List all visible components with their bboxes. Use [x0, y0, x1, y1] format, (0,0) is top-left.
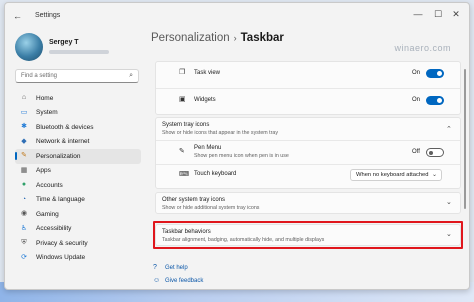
breadcrumb-separator: ›: [233, 33, 237, 43]
back-arrow-icon[interactable]: ←: [13, 11, 22, 21]
user-profile[interactable]: Sergey T: [15, 33, 140, 67]
sidebar-item-label: Time & language: [36, 196, 85, 204]
update-icon: ⟳: [21, 253, 27, 261]
widgets-label: Widgets: [194, 97, 216, 103]
accounts-icon: ●: [21, 181, 27, 189]
system-tray-subtitle: Show or hide icons that appear in the sy…: [162, 130, 279, 136]
help-icon: ?: [153, 264, 157, 271]
sidebar-item-privacy-security[interactable]: ⛨ Privacy & security: [15, 236, 141, 251]
sidebar: Sergey T Find a setting ⌕ ⌂ Home ▭ System ✱ B…: [5, 29, 145, 289]
home-icon: ⌂: [21, 94, 27, 102]
task-view-icon: ❐: [179, 69, 186, 76]
chevron-down-icon: ⌄: [431, 172, 437, 178]
sidebar-item-bluetooth-devices[interactable]: ✱ Bluetooth & devices: [15, 120, 141, 135]
sidebar-item-label: Accounts: [36, 181, 63, 189]
search-input[interactable]: Find a setting ⌕: [15, 69, 139, 83]
chevron-up-icon[interactable]: ⌃: [446, 125, 452, 133]
other-tray-subtitle: Show or hide additional system tray icon…: [162, 205, 260, 211]
profile-email-redacted: [49, 50, 109, 54]
sidebar-item-label: Windows Update: [36, 254, 86, 262]
sidebar-item-label: Personalization: [36, 152, 81, 160]
sidebar-item-gaming[interactable]: ◉ Gaming: [15, 207, 141, 222]
pen-menu-label: Pen Menu: [194, 145, 222, 151]
shield-icon: ⛨: [21, 239, 27, 247]
sidebar-item-system[interactable]: ▭ System: [15, 106, 141, 121]
sidebar-item-label: Gaming: [36, 210, 59, 218]
get-help-link[interactable]: Get help: [165, 265, 188, 271]
main-content: Personalization › Taskbar winaero.com ❐ Ta…: [151, 29, 469, 289]
sidebar-item-label: Bluetooth & devices: [36, 123, 94, 131]
sidebar-item-label: Privacy & security: [36, 239, 88, 247]
touch-keyboard-value: When no keyboard attached: [356, 172, 429, 178]
sidebar-item-accounts[interactable]: ● Accounts: [15, 178, 141, 193]
watermark: winaero.com: [394, 43, 451, 53]
divider: [156, 140, 460, 141]
touch-keyboard-label: Touch keyboard: [194, 171, 237, 177]
breadcrumb-parent[interactable]: Personalization: [151, 32, 230, 44]
other-tray-title: Other system tray icons: [162, 197, 226, 203]
widgets-state: On: [412, 97, 421, 103]
sidebar-item-home[interactable]: ⌂ Home: [15, 91, 141, 106]
minimize-button[interactable]: —: [411, 9, 425, 19]
pen-menu-state: Off: [412, 149, 420, 155]
divider: [156, 88, 460, 89]
chevron-down-icon: ⌄: [446, 199, 452, 206]
bluetooth-icon: ✱: [21, 123, 27, 131]
touch-keyboard-dropdown[interactable]: When no keyboard attached ⌄: [350, 169, 442, 181]
pen-menu-toggle[interactable]: [426, 148, 444, 157]
give-feedback-link[interactable]: Give feedback: [165, 278, 203, 284]
task-view-toggle[interactable]: [426, 69, 444, 78]
taskbar-items-card: ❐ Task view On ▣ Widgets On: [155, 61, 461, 115]
task-view-label: Task view: [194, 70, 221, 76]
sidebar-item-label: Apps: [36, 167, 51, 175]
widgets-icon: ▣: [179, 96, 186, 103]
widgets-toggle[interactable]: [426, 96, 444, 105]
accessibility-icon: ♿: [20, 224, 28, 232]
sidebar-item-accessibility[interactable]: ♿ Accessibility: [15, 222, 141, 237]
apps-icon: ▦: [20, 166, 28, 174]
clock-icon: ◔: [21, 195, 27, 203]
other-tray-card[interactable]: Other system tray icons Show or hide add…: [155, 192, 461, 214]
divider: [156, 164, 460, 165]
sidebar-item-label: Accessibility: [36, 225, 72, 233]
sidebar-item-windows-update[interactable]: ⟳ Windows Update: [15, 251, 141, 266]
pen-icon: ✎: [179, 148, 185, 155]
app-title: Settings: [35, 12, 61, 19]
breadcrumb: Personalization › Taskbar: [151, 32, 284, 44]
task-view-state: On: [412, 70, 421, 76]
sidebar-item-label: System: [36, 109, 58, 117]
network-icon: ◆: [21, 137, 27, 145]
feedback-icon: ☺: [153, 277, 161, 284]
keyboard-icon: ⌨: [179, 171, 190, 178]
avatar: [15, 33, 43, 61]
profile-name: Sergey T: [49, 39, 79, 46]
sidebar-nav: ⌂ Home ▭ System ✱ Bluetooth & devices ◆ Network…: [15, 91, 141, 265]
system-tray-card: System tray icons Show or hide icons tha…: [155, 117, 461, 189]
sidebar-item-apps[interactable]: ▦ Apps: [15, 164, 141, 179]
close-button[interactable]: ✕: [449, 9, 463, 20]
sidebar-item-label: Network & internet: [36, 138, 90, 146]
highlight-box: [153, 221, 463, 249]
page-title: Taskbar: [240, 32, 284, 44]
system-tray-title: System tray icons: [162, 122, 210, 128]
pen-menu-subtitle: Show pen menu icon when pen is in use: [194, 153, 289, 159]
sidebar-item-personalization[interactable]: ✎ Personalization: [15, 149, 141, 164]
sidebar-item-network-internet[interactable]: ◆ Network & internet: [15, 135, 141, 150]
scrollbar[interactable]: [464, 69, 466, 209]
settings-window: ← Settings — ☐ ✕ Sergey T Find a setting…: [4, 2, 470, 290]
search-icon: ⌕: [129, 72, 133, 79]
personalization-icon: ✎: [21, 152, 27, 160]
sidebar-item-label: Home: [36, 94, 54, 102]
sidebar-item-time-language[interactable]: ◔ Time & language: [15, 193, 141, 208]
maximize-button[interactable]: ☐: [431, 9, 445, 20]
search-placeholder: Find a setting: [21, 73, 58, 79]
title-bar: ← Settings — ☐ ✕: [5, 3, 469, 29]
system-icon: ▭: [20, 108, 28, 116]
gaming-icon: ◉: [20, 210, 28, 218]
